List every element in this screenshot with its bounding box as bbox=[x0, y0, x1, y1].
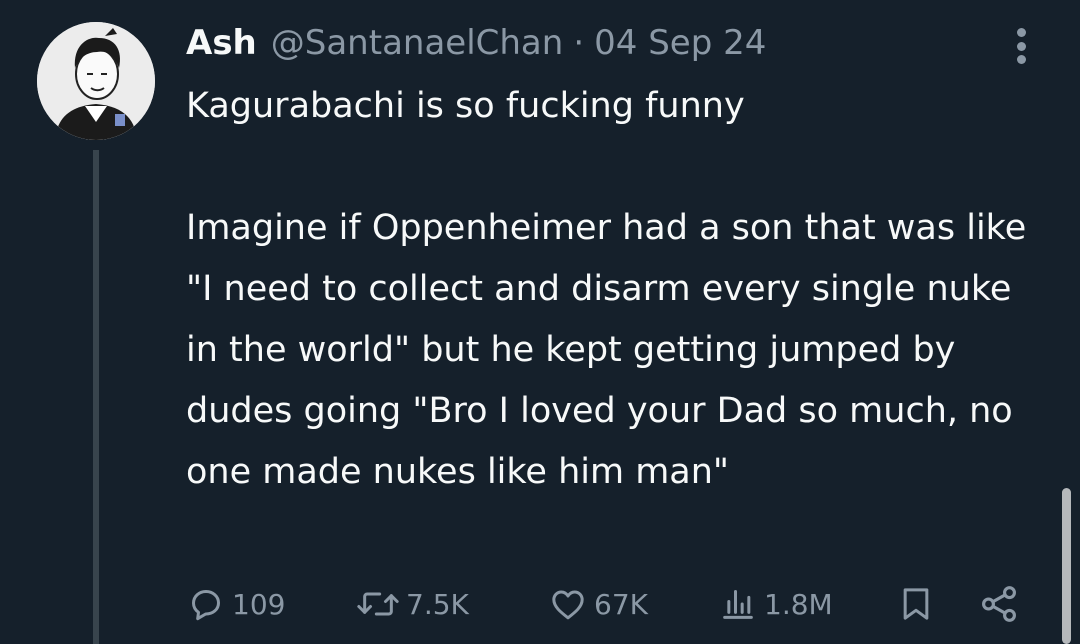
views-button[interactable]: 1.8M bbox=[718, 580, 833, 628]
heart-icon bbox=[552, 590, 584, 620]
like-button[interactable]: 67K bbox=[548, 580, 648, 628]
reply-button[interactable]: 109 bbox=[186, 580, 285, 628]
reply-icon bbox=[192, 590, 220, 621]
share-button[interactable] bbox=[978, 580, 1020, 628]
thread-line bbox=[93, 150, 99, 644]
tweet-date[interactable]: 04 Sep 24 bbox=[594, 18, 766, 68]
more-vertical-icon bbox=[1016, 28, 1026, 37]
tweet-text: Kagurabachi is so fucking funny Imagine … bbox=[186, 86, 1027, 492]
repost-icon bbox=[357, 592, 399, 616]
views-icon bbox=[723, 590, 753, 619]
views-count: 1.8M bbox=[764, 587, 833, 621]
author-handle[interactable]: @SantanaelChan bbox=[271, 18, 564, 68]
scrollbar[interactable] bbox=[1062, 488, 1071, 644]
like-count: 67K bbox=[594, 587, 648, 621]
repost-count: 7.5K bbox=[406, 587, 469, 621]
more-vertical-icon-dot bbox=[1016, 41, 1026, 51]
share-icon bbox=[982, 586, 1016, 622]
avatar-image bbox=[37, 22, 155, 140]
repost-button[interactable]: 7.5K bbox=[356, 580, 469, 628]
header-separator: · bbox=[573, 23, 585, 63]
author-display-name[interactable]: Ash bbox=[186, 18, 257, 68]
tweet-header: Ash @SantanaelChan · 04 Sep 24 bbox=[186, 18, 766, 68]
bookmark-button[interactable] bbox=[896, 580, 936, 628]
reply-count: 109 bbox=[232, 587, 286, 621]
more-options-button[interactable] bbox=[1004, 24, 1038, 68]
avatar[interactable] bbox=[37, 22, 155, 140]
tweet-actions: 109 7.5K 67K 1.8M bbox=[186, 580, 1036, 628]
bookmark-icon bbox=[903, 588, 929, 620]
more-vertical-icon-dot bbox=[1016, 55, 1026, 64]
